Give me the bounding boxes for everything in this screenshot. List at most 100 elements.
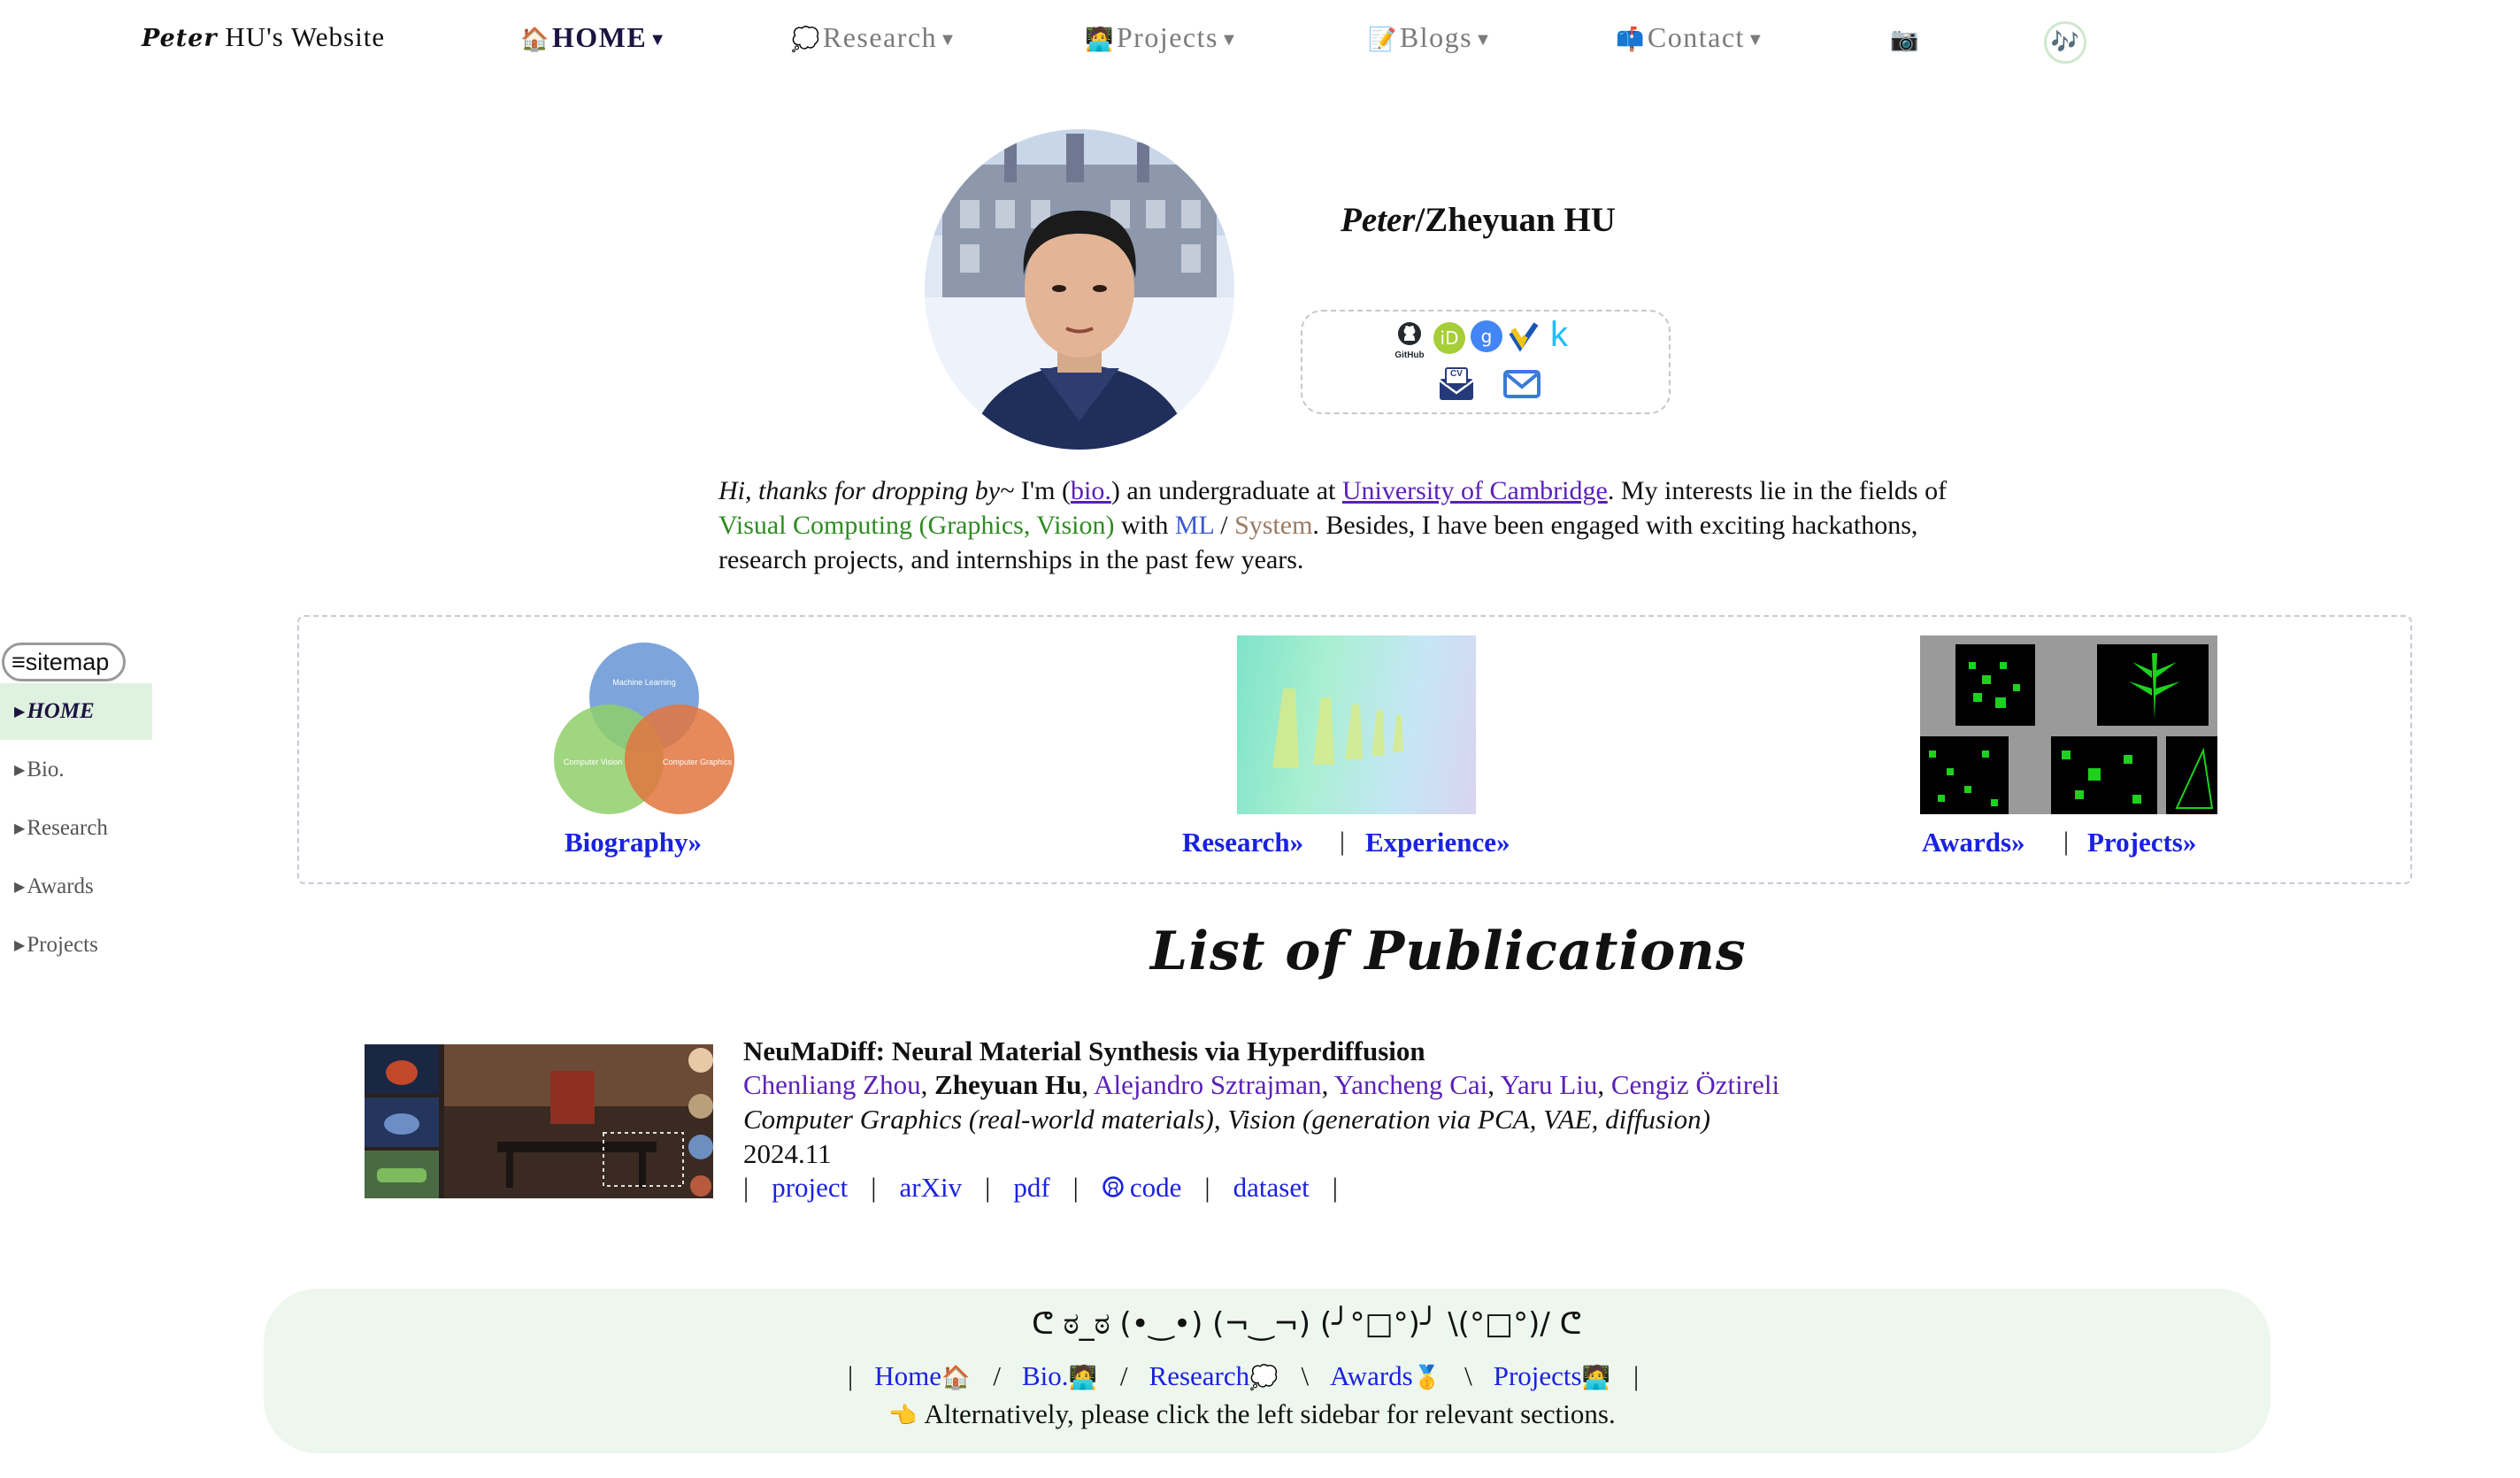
university-link[interactable]: University of Cambridge [1342,476,1608,505]
code-link[interactable]: code [1102,1172,1181,1203]
nav-projects-label: Projects [1116,21,1218,53]
caret-down-icon: ▼ [1219,30,1240,50]
footer-note-text: Alternatively, please click the left sid… [918,1398,1616,1429]
footer-link-label: Bio. [1021,1360,1069,1391]
research-render-image[interactable] [1237,635,1476,814]
sidebar-item-bio[interactable]: ▶Bio. [0,742,152,798]
sidebar-item-projects[interactable]: ▶Projects [0,917,152,974]
bio-link[interactable]: bio. [1071,476,1111,505]
caret-down-icon: ▼ [649,30,668,50]
cv-link[interactable]: CV [1437,365,1476,404]
github-label: GitHub [1394,350,1425,360]
venn-cv-label: Computer Vision [564,758,622,766]
footer-home-link[interactable]: Home🏠 [874,1360,972,1391]
card-separator: | [1340,827,1346,856]
footer-bio-link[interactable]: Bio.🧑‍💻 [1022,1360,1099,1391]
footer-links: | Home🏠 / Bio.🧑‍💻 / Research💭 \ Awards🥇 \ Project… [848,1360,1660,1392]
publications-heading: List of Publications [1150,920,1747,982]
awards-link[interactable]: Awards» [1922,827,2025,858]
footer-separator: | [848,1360,854,1391]
profile-photo-illustration [925,129,1234,450]
sidebar-item-research[interactable]: ▶Research [0,800,152,857]
medal-icon: 🥇 [1412,1365,1442,1391]
author-link[interactable]: Alejandro Sztrajman [1094,1069,1321,1100]
nav-home[interactable]: 🏠HOME ▼ [520,21,668,54]
technologist-icon: 🧑‍💻 [1581,1365,1610,1391]
github-link[interactable]: GitHub [1394,320,1425,360]
sidebar-item-awards[interactable]: ▶Awards [0,858,152,915]
footer-link-label: Awards [1330,1360,1413,1391]
author-link[interactable]: Chenliang Zhou [743,1069,921,1100]
music-toggle-button[interactable]: 🎶 [2044,21,2086,64]
publication-topic: Computer Graphics (real-world materials)… [743,1104,1710,1135]
sitemap-toggle-button[interactable]: ≡sitemap [2,643,126,681]
footer-separator: / [1119,1360,1128,1391]
nav-research[interactable]: 💭Research ▼ [791,21,957,54]
kaggle-icon: k [1550,315,1568,354]
publication-date: 2024.11 [743,1138,832,1169]
email-link[interactable] [1502,368,1541,404]
triangle-right-icon: ▶ [14,763,26,779]
author-link[interactable]: Yancheng Cai [1334,1069,1487,1100]
footer-research-link[interactable]: Research💭 [1149,1360,1280,1391]
fractal-collage-illustration [1920,635,2217,814]
author-link[interactable]: Cengiz Öztireli [1611,1069,1779,1100]
intro-greeting: Hi, thanks for dropping by~ [718,476,1015,505]
sidebar-item-label: Bio. [27,758,65,781]
kaggle-link[interactable]: k [1550,315,1568,355]
nav-gallery[interactable]: 📷 [1890,21,1922,54]
google-scholar-link[interactable]: g [1471,320,1502,352]
venn-ml-label: Machine Learning [612,678,676,687]
sidebar-item-label: Research [27,816,108,840]
profile-fullname: /Zheyuan HU [1415,201,1616,239]
author-link[interactable]: Yaru Liu [1501,1069,1598,1100]
semantic-scholar-link[interactable] [1508,320,1540,354]
fractal-collage-image[interactable] [1920,635,2217,814]
nav-projects[interactable]: 🧑‍💻Projects ▼ [1085,21,1239,54]
publication-thumbnail-illustration [365,1044,713,1198]
footer-separator: \ [1464,1360,1472,1391]
footer-separator: / [993,1360,1001,1391]
dataset-link[interactable]: dataset [1233,1172,1310,1203]
intro-text: ) an undergraduate at [1110,476,1342,505]
caret-down-icon: ▼ [939,30,958,50]
footer-separator: \ [1301,1360,1310,1391]
caret-down-icon: ▼ [1474,30,1494,50]
google-scholar-icon: g [1480,326,1493,347]
projects-link[interactable]: Projects» [2087,827,2196,858]
research-link[interactable]: Research» [1182,827,1303,858]
project-link[interactable]: project [772,1172,848,1203]
venn-diagram-image[interactable]: Machine Learning Computer Vision Compute… [549,635,743,821]
intro-text: . My interests lie in the fields of [1607,476,1948,505]
card-separator: | [2063,827,2070,856]
github-icon [1102,1176,1124,1197]
technologist-icon: 🧑‍💻 [1085,27,1115,53]
sidebar-item-label: HOME [27,699,95,723]
nav-blogs[interactable]: 📝Blogs ▼ [1368,21,1493,54]
footer-link-label: Research [1149,1360,1250,1391]
footer-projects-link[interactable]: Projects🧑‍💻 [1494,1360,1612,1391]
mailbox-icon: 📫 [1616,27,1646,53]
orcid-icon: iD [1440,327,1459,349]
visual-computing-highlight: Visual Computing (Graphics, Vision) [718,511,1115,540]
profile-name: Peter/Zheyuan HU [1341,200,1616,240]
intro-text: I'm ( [1014,476,1072,505]
nav-contact[interactable]: 📫Contact ▼ [1616,21,1765,54]
cv-label: CV [1450,369,1463,379]
biography-link[interactable]: Biography» [565,827,702,858]
github-icon [1398,322,1421,345]
site-title-text: HU's Website [217,21,386,52]
pdf-link[interactable]: pdf [1013,1172,1049,1203]
publication-thumbnail[interactable] [365,1044,713,1198]
orcid-link[interactable]: iD [1433,322,1465,354]
experience-link[interactable]: Experience» [1365,827,1510,858]
caret-down-icon: ▼ [1746,30,1766,50]
ml-highlight: ML [1174,511,1214,540]
arxiv-link[interactable]: arXiv [900,1172,963,1203]
site-title[interactable]: Peter HU's Website [142,21,385,53]
sidebar-item-home[interactable]: ▶HOME [0,683,152,740]
house-icon: 🏠 [941,1365,971,1391]
author-self: Zheyuan Hu [934,1069,1082,1100]
intro-paragraph: Hi, thanks for dropping by~ I'm (bio.) a… [718,473,1993,577]
footer-awards-link[interactable]: Awards🥇 [1330,1360,1443,1391]
